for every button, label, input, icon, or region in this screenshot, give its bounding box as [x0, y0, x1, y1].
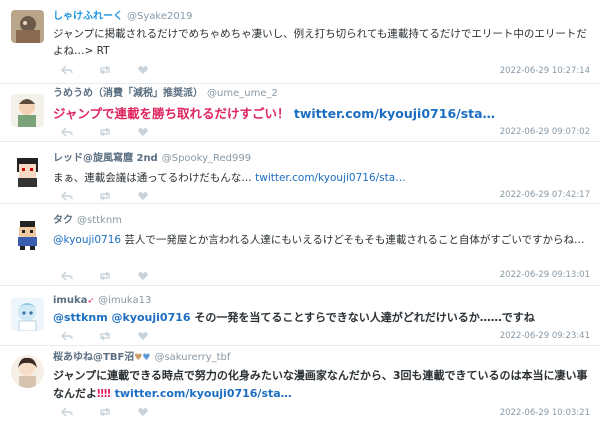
- timestamp[interactable]: 2022-06-29 07:42:17: [500, 190, 590, 200]
- reply-icon[interactable]: [61, 191, 73, 201]
- user-handle[interactable]: @sakurerry_tbf: [154, 352, 230, 363]
- avatar[interactable]: [11, 154, 44, 187]
- avatar[interactable]: [11, 218, 44, 251]
- like-icon[interactable]: [137, 191, 149, 201]
- retweet-icon[interactable]: [99, 127, 111, 137]
- feather-icon: ➶: [87, 296, 95, 305]
- tweet-body: その一発を当てることすらできない人達がどれだけいるか……ですね: [194, 311, 535, 324]
- tweet-3: レッド@旋風寫麿 2nd @Spooky_Red999 まぁ、連載会議は通ってるわ…: [0, 142, 600, 204]
- user-name[interactable]: タク: [53, 215, 73, 226]
- tweet-2: うめうめ（消費「減税」推奨派） @ume_ume_2 ジャンプで連載を勝ち取れるだ…: [0, 84, 600, 142]
- exclamation-mark: ‼‼: [97, 387, 111, 400]
- like-icon[interactable]: [137, 331, 149, 341]
- retweet-icon[interactable]: [99, 191, 111, 201]
- like-icon[interactable]: [137, 271, 149, 281]
- timestamp[interactable]: 2022-06-29 10:27:14: [500, 66, 590, 76]
- tweet-header: imuka➶ @imuka13: [53, 294, 151, 307]
- reply-icon[interactable]: [61, 127, 73, 137]
- tweet-actions: [61, 330, 149, 342]
- like-icon[interactable]: [137, 65, 149, 75]
- user-handle[interactable]: @sttknm: [77, 215, 122, 226]
- mention-link[interactable]: @sttknm @kyouji0716: [53, 311, 191, 324]
- tweet-text: ジャンプに連載できる時点で努力の化身みたいな漫画家なんだから、3回も連載できてい…: [53, 367, 593, 403]
- tweet-text: @kyouji0716 芸人で一発屋とか言われる人達にもいえるけどそもそも連載さ…: [53, 232, 593, 249]
- timestamp[interactable]: 2022-06-29 09:13:01: [500, 270, 590, 280]
- timestamp[interactable]: 2022-06-29 09:07:02: [500, 127, 590, 137]
- tweet-feed: しゃけふれーく @Syake2019 ジャンプに掲載されるだけでめちゃめちゃ凄いし…: [0, 0, 600, 423]
- tweet-5: imuka➶ @imuka13 @sttknm @kyouji0716 その一発を…: [0, 286, 600, 346]
- heart-icon: ♥: [142, 353, 151, 363]
- retweet-icon[interactable]: [99, 407, 111, 417]
- user-handle[interactable]: @imuka13: [98, 295, 151, 306]
- tweet-header: タク @sttknm: [53, 214, 122, 227]
- tweet-actions: [61, 126, 149, 138]
- tweet-text: まぁ、連載会議は通ってるわけだもんな… twitter.com/kyouji07…: [53, 170, 593, 187]
- user-name[interactable]: しゃけふれーく: [53, 11, 123, 22]
- tweet-1: しゃけふれーく @Syake2019 ジャンプに掲載されるだけでめちゃめちゃ凄いし…: [0, 0, 600, 84]
- tweet-header: うめうめ（消費「減税」推奨派） @ume_ume_2: [53, 87, 278, 100]
- reply-icon[interactable]: [61, 65, 73, 75]
- user-handle[interactable]: @ume_ume_2: [207, 88, 278, 99]
- user-name[interactable]: うめうめ（消費「減税」推奨派）: [53, 88, 203, 99]
- avatar[interactable]: [11, 10, 44, 43]
- avatar[interactable]: [11, 298, 44, 331]
- tweet-actions: [61, 406, 149, 418]
- tweet-link[interactable]: twitter.com/kyouji0716/sta…: [294, 106, 495, 121]
- tweet-header: レッド@旋風寫麿 2nd @Spooky_Red999: [53, 152, 251, 165]
- user-name[interactable]: imuka: [53, 295, 87, 306]
- tweet-header: しゃけふれーく @Syake2019: [53, 10, 192, 23]
- tweet-link[interactable]: twitter.com/kyouji0716/sta…: [255, 172, 406, 184]
- timestamp[interactable]: 2022-06-29 09:23:41: [500, 331, 590, 341]
- user-handle[interactable]: @Spooky_Red999: [162, 153, 251, 164]
- tweet-text: ジャンプに掲載されるだけでめちゃめちゃ凄いし、例え打ち切られても連載持てるだけで…: [53, 28, 587, 57]
- retweet-icon[interactable]: [99, 331, 111, 341]
- user-name[interactable]: 桜あゆね@TBF沼: [53, 352, 134, 363]
- reply-icon[interactable]: [61, 407, 73, 417]
- user-handle[interactable]: @Syake2019: [127, 11, 192, 22]
- tweet-link[interactable]: twitter.com/kyouji0716/sta…: [115, 387, 292, 400]
- avatar[interactable]: [11, 94, 44, 127]
- tweet-text: @sttknm @kyouji0716 その一発を当てることすらできない人達がど…: [53, 308, 593, 327]
- tweet-6: 桜あゆね@TBF沼♥♥ @sakurerry_tbf ジャンプに連載できる時点で努…: [0, 346, 600, 423]
- retweet-icon[interactable]: [99, 271, 111, 281]
- timestamp[interactable]: 2022-06-29 10:03:21: [500, 408, 590, 418]
- tweet-actions: [61, 270, 149, 282]
- tweet-text-emphasis: ジャンプで連載を勝ち取れるだけすごい！: [53, 106, 290, 121]
- tweet-body: まぁ、連載会議は通ってるわけだもんな…: [53, 172, 252, 184]
- tweet-body: 芸人で一発屋とか言われる人達にもいえるけどそもそも連載されること自体がすごいです…: [124, 234, 585, 246]
- like-icon[interactable]: [137, 407, 149, 417]
- mention-link[interactable]: @kyouji0716: [53, 234, 121, 246]
- tweet-4: タク @sttknm @kyouji0716 芸人で一発屋とか言われる人達にもいえ…: [0, 204, 600, 286]
- tweet-actions: [61, 190, 149, 202]
- avatar[interactable]: [11, 355, 44, 388]
- tweet-header: 桜あゆね@TBF沼♥♥ @sakurerry_tbf: [53, 351, 230, 365]
- user-name[interactable]: レッド@旋風寫麿 2nd: [53, 153, 158, 164]
- retweet-icon[interactable]: [99, 65, 111, 75]
- like-icon[interactable]: [137, 127, 149, 137]
- tweet-actions: [61, 64, 149, 76]
- reply-icon[interactable]: [61, 271, 73, 281]
- tweet-text: ジャンプで連載を勝ち取れるだけすごい！ twitter.com/kyouji07…: [53, 104, 593, 123]
- reply-icon[interactable]: [61, 331, 73, 341]
